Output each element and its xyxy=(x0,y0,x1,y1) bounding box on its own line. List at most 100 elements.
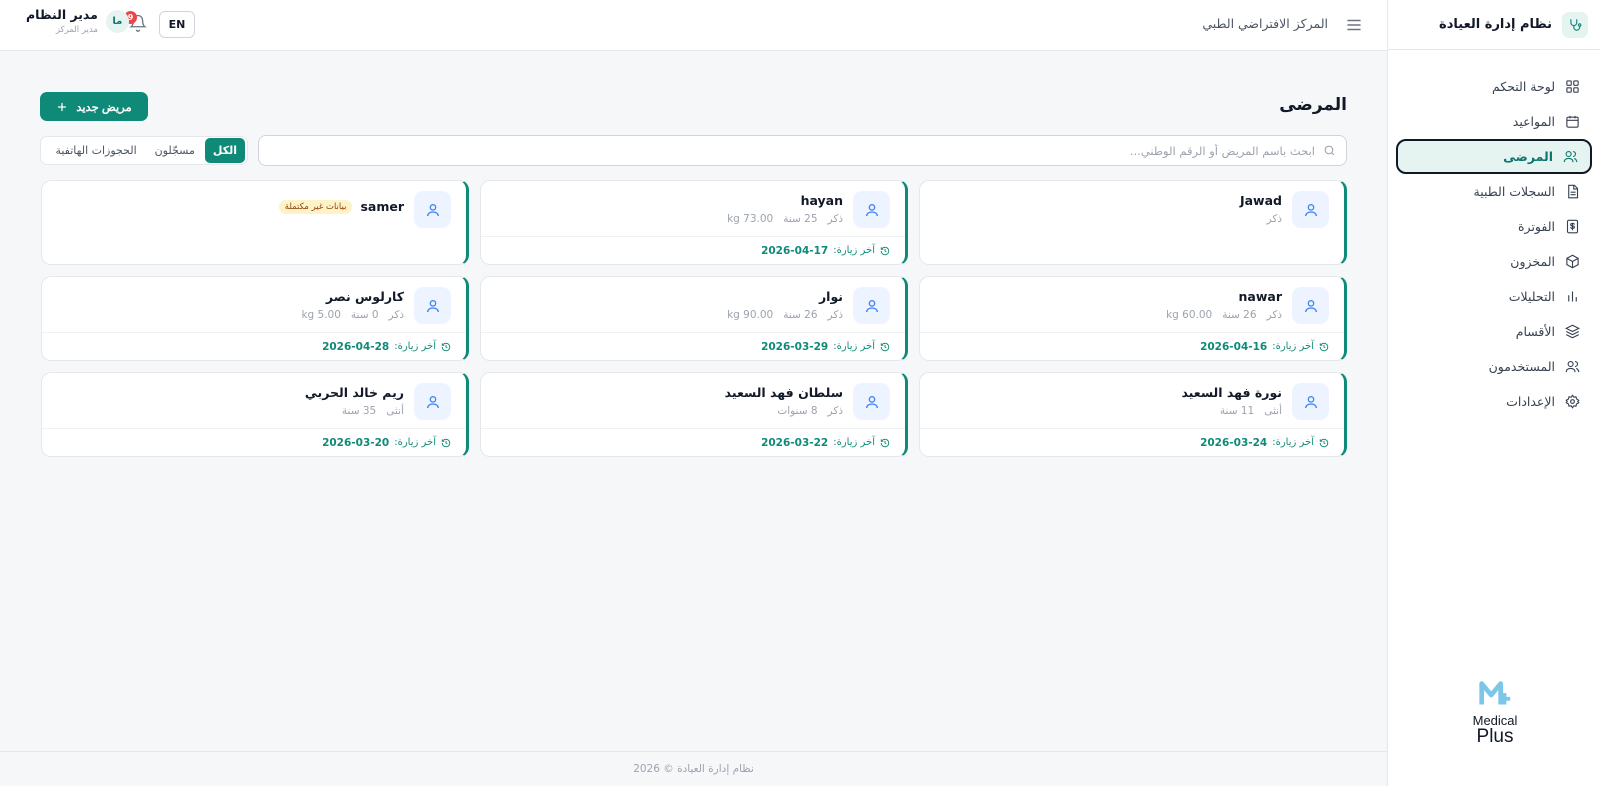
patient-weight: kg 5.00 xyxy=(301,309,341,321)
patient-card[interactable]: Jawad ذكر xyxy=(919,180,1347,265)
document-icon xyxy=(1568,184,1579,199)
top-header: المركز الافتراضي الطبي EN 9 مدير النظام … xyxy=(0,0,1387,51)
patient-age: 11 سنة xyxy=(1219,405,1255,417)
brand-title: نظام إدارة العيادة xyxy=(1439,17,1552,32)
center-name: المركز الافتراضي الطبي xyxy=(1202,16,1328,31)
search-input[interactable] xyxy=(269,143,1315,158)
last-visit-row: آخر زيارة: 2026-03-29 xyxy=(481,332,905,360)
footer-text: نظام إدارة العيادة © 2026 xyxy=(633,763,754,775)
medical-plus-logo: Medical Plus xyxy=(1460,676,1530,756)
last-visit-date: 2026-03-29 xyxy=(761,340,829,353)
patient-card[interactable]: nawar ذكر 26 سنة kg 60.00 آخر زيارة: 202… xyxy=(919,276,1347,361)
sidebar-item-medical-records[interactable]: السجلات الطبية xyxy=(1396,174,1592,209)
filter-tab-registered[interactable]: مسجّلون xyxy=(147,138,203,163)
patient-filter-tabs: الكل مسجّلون الحجوزات الهاتفية xyxy=(40,136,248,165)
invoice-icon xyxy=(1566,219,1579,234)
sidebar-item-inventory[interactable]: المخزون xyxy=(1396,244,1592,279)
patient-name: hayan xyxy=(800,193,843,208)
patient-age: 35 سنة xyxy=(341,405,377,417)
user-icon xyxy=(1292,383,1329,420)
sidebar-item-patients[interactable]: المرضى xyxy=(1396,139,1592,174)
patient-card[interactable]: سلطان فهد السعيد ذكر 8 سنوات آخر زيارة: … xyxy=(480,372,908,457)
footer: نظام إدارة العيادة © 2026 xyxy=(0,751,1387,786)
user-icon xyxy=(853,287,890,324)
user-icon xyxy=(1292,191,1329,228)
sidebar-item-label: المواعيد xyxy=(1512,114,1555,129)
hamburger-menu-icon[interactable] xyxy=(1345,16,1363,34)
last-visit-date: 2026-03-22 xyxy=(761,436,829,449)
sidebar-nav: لوحة التحكم المواعيد المرضى السجلات الطب… xyxy=(1388,50,1600,419)
sidebar-item-label: السجلات الطبية xyxy=(1473,184,1555,199)
user-icon xyxy=(853,383,890,420)
patient-gender: ذكر xyxy=(388,309,404,321)
patient-card[interactable]: كارلوس نصر ذكر 0 سنة kg 5.00 آخر زيارة: … xyxy=(41,276,469,361)
sidebar-item-appointments[interactable]: المواعيد xyxy=(1396,104,1592,139)
patient-gender: أنثى xyxy=(1264,405,1282,417)
sidebar-item-analytics[interactable]: التحليلات xyxy=(1396,279,1592,314)
sidebar-item-billing[interactable]: الفوترة xyxy=(1396,209,1592,244)
last-visit-date: 2026-04-28 xyxy=(322,340,390,353)
user-info: مدير النظام مدير المركز xyxy=(26,7,98,35)
patient-gender: ذكر xyxy=(827,309,843,321)
last-visit-label: آخر زيارة: xyxy=(1272,437,1314,448)
last-visit-row: آخر زيارة: 2026-03-20 xyxy=(42,428,466,456)
patient-weight: kg 73.00 xyxy=(727,213,774,225)
dashboard-icon xyxy=(1566,80,1579,93)
search-icon xyxy=(1324,145,1335,156)
last-visit-date: 2026-03-20 xyxy=(322,436,390,449)
new-patient-button[interactable]: مريض جديد xyxy=(40,92,148,121)
last-visit-label: آخر زيارة: xyxy=(1272,341,1314,352)
user-menu[interactable]: مدير النظام مدير المركز ما xyxy=(26,7,129,35)
search-box xyxy=(258,135,1347,166)
user-icon xyxy=(853,191,890,228)
patient-name: Jawad xyxy=(1239,193,1282,208)
box-icon xyxy=(1566,254,1579,269)
sidebar-item-label: الإعدادات xyxy=(1506,394,1555,409)
sidebar-item-label: الأقسام xyxy=(1515,324,1555,339)
patient-card[interactable]: نورة فهد السعيد أنثى 11 سنة آخر زيارة: 2… xyxy=(919,372,1347,457)
patient-weight: kg 90.00 xyxy=(727,309,774,321)
user-icon xyxy=(414,287,451,324)
user-role: مدير المركز xyxy=(55,25,98,35)
patient-gender: ذكر xyxy=(827,405,843,417)
sidebar-item-label: المخزون xyxy=(1510,254,1555,269)
history-icon xyxy=(1319,438,1329,447)
filter-tab-all[interactable]: الكل xyxy=(204,138,245,163)
patient-age: 8 سنوات xyxy=(777,405,818,417)
patient-name: كارلوس نصر xyxy=(325,289,404,304)
history-icon xyxy=(1319,342,1329,351)
last-visit-label: آخر زيارة: xyxy=(394,437,436,448)
patient-card[interactable]: hayan ذكر 25 سنة kg 73.00 آخر زيارة: 202… xyxy=(480,180,908,265)
calendar-icon xyxy=(1566,115,1579,128)
last-visit-row: آخر زيارة: 2026-04-16 xyxy=(920,332,1344,360)
avatar: ما xyxy=(105,9,129,33)
page-title: المرضى xyxy=(1279,95,1347,115)
user-icon xyxy=(1292,287,1329,324)
patients-icon xyxy=(1563,150,1578,163)
notifications-button[interactable]: 9 xyxy=(124,11,147,34)
brand: نظام إدارة العيادة xyxy=(1388,0,1600,50)
last-visit-row: آخر زيارة: 2026-04-17 xyxy=(481,236,905,264)
language-toggle-button[interactable]: EN xyxy=(159,11,195,38)
incomplete-data-badge: بيانات غير مكتملة xyxy=(278,199,353,214)
sidebar-item-departments[interactable]: الأقسام xyxy=(1396,314,1592,349)
history-icon xyxy=(880,342,890,351)
sidebar-item-label: المرضى xyxy=(1503,149,1553,164)
sidebar-item-settings[interactable]: الإعدادات xyxy=(1396,384,1592,419)
stethoscope-icon xyxy=(1562,11,1588,38)
patient-card[interactable]: samer بيانات غير مكتملة xyxy=(41,180,469,265)
layers-icon xyxy=(1565,324,1580,339)
last-visit-label: آخر زيارة: xyxy=(833,341,875,352)
patient-name: ريم خالد الحربي xyxy=(304,385,404,400)
sidebar-item-users[interactable]: المستخدمون xyxy=(1396,349,1592,384)
patient-card[interactable]: ريم خالد الحربي أنثى 35 سنة آخر زيارة: 2… xyxy=(41,372,469,457)
filter-tab-phone-bookings[interactable]: الحجوزات الهاتفية xyxy=(47,138,144,163)
logo-mark-icon xyxy=(1479,681,1511,705)
user-name: مدير النظام xyxy=(26,7,98,22)
last-visit-row: آخر زيارة: 2026-03-24 xyxy=(920,428,1344,456)
sidebar: نظام إدارة العيادة لوحة التحكم المواعيد … xyxy=(1387,0,1600,786)
patient-name: سلطان فهد السعيد xyxy=(724,385,843,400)
sidebar-item-dashboard[interactable]: لوحة التحكم xyxy=(1396,69,1592,104)
patient-card[interactable]: نوار ذكر 26 سنة kg 90.00 آخر زيارة: 2026… xyxy=(480,276,908,361)
history-icon xyxy=(441,438,451,447)
